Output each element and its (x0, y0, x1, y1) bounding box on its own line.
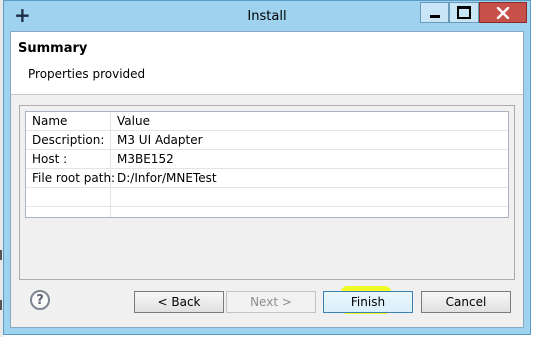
finish-button[interactable]: Finish (323, 291, 413, 313)
row-name: Host : (32, 152, 68, 166)
page-title: Summary (18, 41, 88, 56)
next-button: Next > (226, 291, 316, 313)
row-value: M3 UI Adapter (117, 133, 203, 147)
maximize-button[interactable] (449, 2, 479, 23)
page-subtitle: Properties provided (28, 67, 146, 81)
close-icon (496, 6, 510, 19)
cancel-label: Cancel (445, 295, 487, 309)
minimize-button[interactable] (420, 2, 449, 23)
summary-panel: Name Value Description: M3 UI Adapter Ho… (19, 105, 515, 280)
column-header-name[interactable]: Name (32, 114, 67, 128)
back-label: < Back (157, 295, 201, 309)
background-mark (0, 300, 2, 310)
row-name: Description: (32, 133, 105, 147)
dialog-content: Summary Properties provided Name Value D… (10, 31, 524, 328)
properties-table[interactable]: Name Value Description: M3 UI Adapter Ho… (25, 111, 509, 218)
background-mark (0, 250, 2, 260)
table-row-empty (26, 188, 508, 207)
row-value: M3BE152 (117, 152, 174, 166)
cancel-button[interactable]: Cancel (421, 291, 511, 313)
back-button[interactable]: < Back (134, 291, 224, 313)
maximize-icon (457, 6, 471, 19)
table-header-row: Name Value (26, 112, 508, 131)
help-icon: ? (36, 292, 44, 308)
row-name: File root path: (32, 171, 116, 185)
title-bar[interactable]: + Install (4, 1, 530, 31)
column-header-value[interactable]: Value (117, 114, 150, 128)
close-button[interactable] (479, 2, 527, 23)
row-value: D:/Infor/MNETest (117, 171, 217, 185)
table-row[interactable]: Description: M3 UI Adapter (26, 131, 508, 150)
install-dialog: + Install Summary Properties provided Na… (3, 0, 531, 335)
help-button[interactable]: ? (30, 290, 50, 310)
finish-label: Finish (350, 295, 386, 309)
next-label: Next > (250, 295, 292, 309)
table-row[interactable]: File root path: D:/Infor/MNETest (26, 169, 508, 188)
wizard-header: Summary Properties provided (11, 32, 523, 95)
minimize-icon (429, 15, 440, 18)
table-row[interactable]: Host : M3BE152 (26, 150, 508, 169)
